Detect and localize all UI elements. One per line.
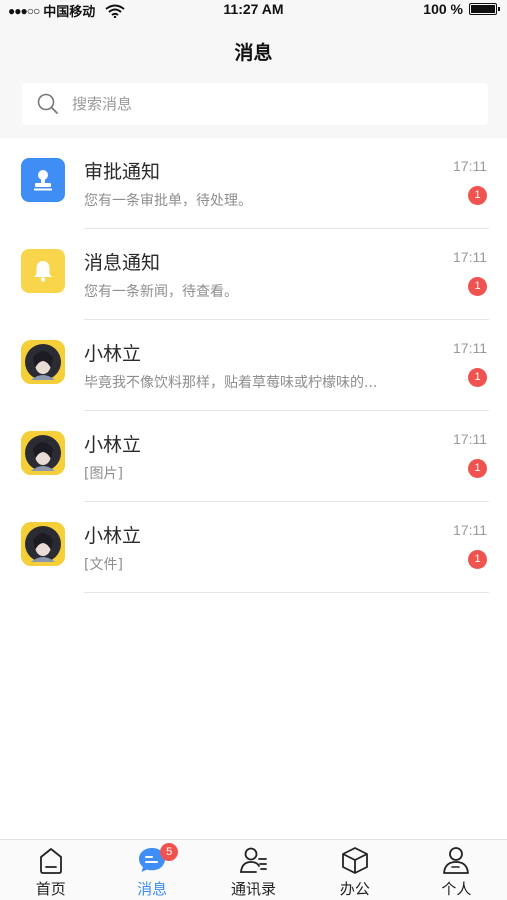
tab-label: 消息 <box>137 880 168 898</box>
search-bar[interactable] <box>22 83 488 125</box>
tab-contacts[interactable]: 通讯录 <box>203 840 304 900</box>
message-time: 17:11 <box>453 340 487 356</box>
tab-bar: 首页 5 消息 通讯录 办公 个人 <box>0 839 507 900</box>
message-item-chat[interactable]: 小林立 [图片] 17:11 1 <box>0 411 507 502</box>
tab-office[interactable]: 办公 <box>304 840 405 900</box>
message-title: 消息通知 <box>84 252 161 274</box>
search-icon <box>37 93 58 114</box>
search-input[interactable] <box>70 94 454 114</box>
avatar <box>21 340 65 384</box>
tab-home[interactable]: 首页 <box>0 840 101 900</box>
tab-label: 个人 <box>441 880 472 898</box>
tab-label: 通讯录 <box>231 880 277 898</box>
contacts-icon <box>239 847 267 873</box>
unread-badge: 1 <box>468 186 487 205</box>
unread-badge: 1 <box>468 277 487 296</box>
battery-icon <box>469 3 500 15</box>
avatar <box>21 431 65 475</box>
home-icon <box>39 848 62 874</box>
unread-badge: 1 <box>468 368 487 387</box>
message-title: 小林立 <box>84 525 142 547</box>
message-preview: 您有一条新闻，待查看。 <box>84 284 238 300</box>
message-preview: 毕竟我不像饮料那样，贴着草莓味或柠檬味的... <box>84 375 378 391</box>
message-item-notice[interactable]: 消息通知 您有一条新闻，待查看。 17:11 1 <box>0 229 507 320</box>
message-time: 17:11 <box>453 522 487 538</box>
message-title: 小林立 <box>84 343 142 365</box>
message-list: 审批通知 您有一条审批单，待处理。 17:11 1 消息通知 您有一条新闻，待查… <box>0 138 507 593</box>
tab-profile[interactable]: 个人 <box>406 840 507 900</box>
message-count-badge: 5 <box>160 843 179 861</box>
divider <box>84 592 489 593</box>
person-icon <box>443 847 470 874</box>
avatar <box>21 522 65 566</box>
message-preview: [文件] <box>84 557 123 573</box>
tab-messages[interactable]: 5 消息 <box>101 840 202 900</box>
message-title: 小林立 <box>84 434 142 456</box>
message-item-approval[interactable]: 审批通知 您有一条审批单，待处理。 17:11 1 <box>0 138 507 229</box>
message-preview: [图片] <box>84 466 123 482</box>
tab-label: 首页 <box>35 880 66 898</box>
unread-badge: 1 <box>468 459 487 478</box>
status-bar: ●●●○○ 中国移动 11:27 AM 100 % <box>0 0 507 20</box>
tab-label: 办公 <box>339 880 370 898</box>
message-time: 17:11 <box>453 249 487 265</box>
page-title: 消息 <box>234 42 273 64</box>
header: 消息 <box>0 20 507 138</box>
message-item-chat[interactable]: 小林立 [文件] 17:11 1 <box>0 502 507 593</box>
message-time: 17:11 <box>453 158 487 174</box>
cube-icon <box>342 847 368 874</box>
battery-percentage: 100 % <box>423 1 463 17</box>
stamp-icon <box>21 158 65 202</box>
message-preview: 您有一条审批单，待处理。 <box>84 193 252 209</box>
bell-icon <box>21 249 65 293</box>
message-item-chat[interactable]: 小林立 毕竟我不像饮料那样，贴着草莓味或柠檬味的... 17:11 1 <box>0 320 507 411</box>
unread-badge: 1 <box>468 550 487 569</box>
message-time: 17:11 <box>453 431 487 447</box>
message-title: 审批通知 <box>84 161 161 183</box>
